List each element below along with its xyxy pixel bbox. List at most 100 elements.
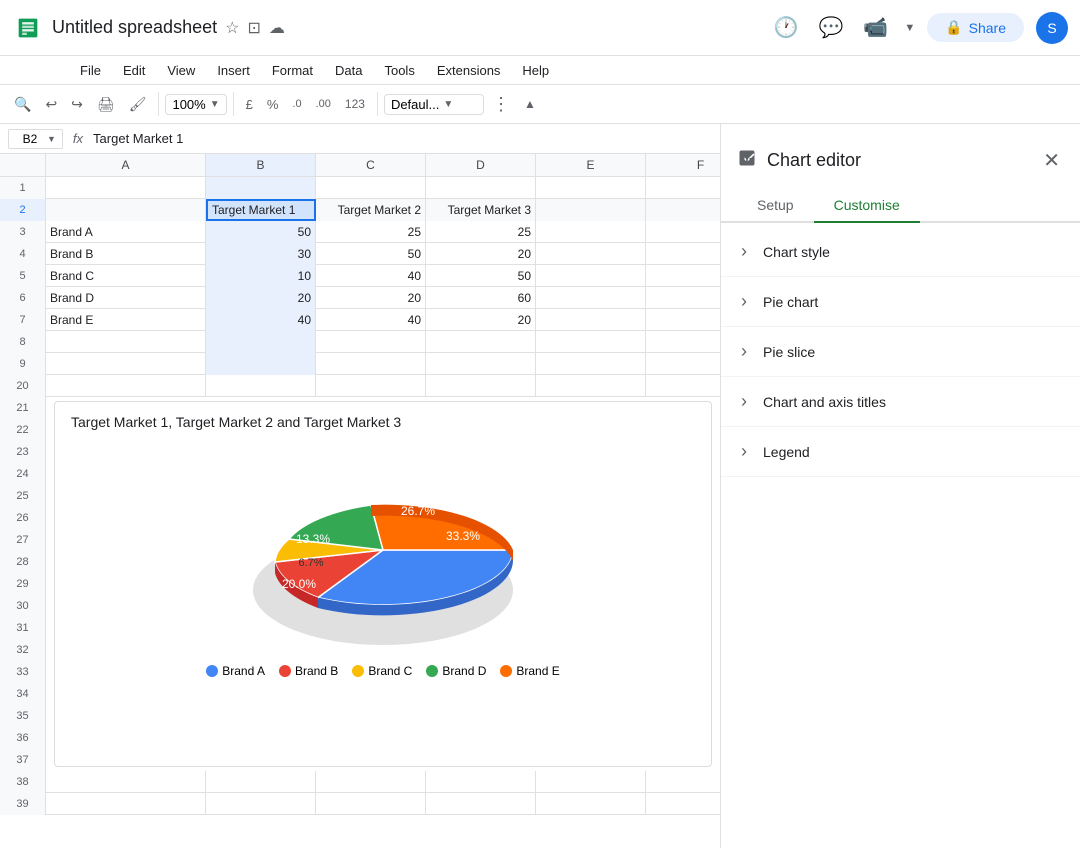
cell-d38[interactable] — [426, 771, 536, 793]
percent-button[interactable]: % — [261, 93, 285, 116]
cell-c3[interactable]: 25 — [316, 221, 426, 243]
cell-c8[interactable] — [316, 331, 426, 353]
cell-c7[interactable]: 40 — [316, 309, 426, 331]
cell-d2[interactable]: Target Market 3 — [426, 199, 536, 221]
cell-f9[interactable] — [646, 353, 720, 375]
row-num-9[interactable]: 9 — [0, 353, 46, 375]
cell-c6[interactable]: 20 — [316, 287, 426, 309]
cell-ref-display[interactable]: B2 — [15, 132, 45, 146]
cell-a20[interactable] — [46, 375, 206, 397]
cell-e6[interactable] — [536, 287, 646, 309]
cell-c20[interactable] — [316, 375, 426, 397]
cell-b9[interactable] — [206, 353, 316, 375]
menu-help[interactable]: Help — [512, 61, 559, 80]
cell-a2[interactable] — [46, 199, 206, 221]
cell-e4[interactable] — [536, 243, 646, 265]
row-num-8[interactable]: 8 — [0, 331, 46, 353]
row-num-25[interactable]: 25 — [0, 485, 46, 507]
avatar[interactable]: S — [1036, 12, 1068, 44]
cell-a38[interactable] — [46, 771, 206, 793]
cell-c4[interactable]: 50 — [316, 243, 426, 265]
currency-button[interactable]: £ — [240, 93, 259, 116]
chat-button[interactable]: 💬 — [815, 11, 848, 44]
cell-b5[interactable]: 10 — [206, 265, 316, 287]
share-button[interactable]: 🔒 Chart editor Share — [927, 13, 1024, 42]
paint-format-button[interactable]: 🖌 — [123, 92, 153, 117]
cell-a39[interactable] — [46, 793, 206, 815]
cell-c38[interactable] — [316, 771, 426, 793]
col-header-f[interactable]: F — [646, 154, 720, 176]
menu-insert[interactable]: Insert — [207, 61, 260, 80]
row-num-28[interactable]: 28 — [0, 551, 46, 573]
cell-a1[interactable] — [46, 177, 206, 199]
cell-b1[interactable] — [206, 177, 316, 199]
cloud-icon[interactable]: ☁ — [269, 18, 285, 38]
cell-e7[interactable] — [536, 309, 646, 331]
cell-f1[interactable] — [646, 177, 720, 199]
menu-format[interactable]: Format — [262, 61, 323, 80]
editor-close-button[interactable]: ✕ — [1039, 144, 1064, 177]
cell-d7[interactable]: 20 — [426, 309, 536, 331]
print-button[interactable]: 🖨 — [91, 92, 121, 117]
folder-icon[interactable]: ⊡ — [247, 18, 260, 38]
editor-section-pie-chart[interactable]: › Pie chart — [721, 277, 1080, 327]
cell-f20[interactable] — [646, 375, 720, 397]
row-num-24[interactable]: 24 — [0, 463, 46, 485]
cell-a8[interactable] — [46, 331, 206, 353]
cell-b20[interactable] — [206, 375, 316, 397]
cell-d5[interactable]: 50 — [426, 265, 536, 287]
row-num-21[interactable]: 21 — [0, 397, 46, 419]
history-button[interactable]: 🕐 — [770, 11, 803, 44]
cell-e20[interactable] — [536, 375, 646, 397]
cell-c2[interactable]: Target Market 2 — [316, 199, 426, 221]
row-num-35[interactable]: 35 — [0, 705, 46, 727]
undo-button[interactable]: ↩ — [39, 92, 63, 117]
cell-f3[interactable] — [646, 221, 720, 243]
cell-d39[interactable] — [426, 793, 536, 815]
row-num-37[interactable]: 37 — [0, 749, 46, 771]
cell-d20[interactable] — [426, 375, 536, 397]
row-num-22[interactable]: 22 — [0, 419, 46, 441]
cell-f6[interactable] — [646, 287, 720, 309]
cell-a6[interactable]: Brand D — [46, 287, 206, 309]
row-num-20[interactable]: 20 — [0, 375, 46, 397]
cell-f38[interactable] — [646, 771, 720, 793]
cell-e8[interactable] — [536, 331, 646, 353]
row-num-1[interactable]: 1 — [0, 177, 46, 199]
cell-b39[interactable] — [206, 793, 316, 815]
row-num-2[interactable]: 2 — [0, 199, 46, 221]
cell-b38[interactable] — [206, 771, 316, 793]
cell-b4[interactable]: 30 — [206, 243, 316, 265]
cell-b6[interactable]: 20 — [206, 287, 316, 309]
cell-b8[interactable] — [206, 331, 316, 353]
chart-wrapper[interactable]: Target Market 1, Target Market 2 and Tar… — [54, 401, 712, 767]
cell-d1[interactable] — [426, 177, 536, 199]
col-header-d[interactable]: D — [426, 154, 536, 176]
editor-section-chart-style[interactable]: › Chart style — [721, 227, 1080, 277]
cell-a9[interactable] — [46, 353, 206, 375]
cell-c1[interactable] — [316, 177, 426, 199]
tab-setup[interactable]: Setup — [737, 189, 814, 223]
zoom-dropdown-icon[interactable]: ▼ — [210, 99, 220, 110]
cell-e9[interactable] — [536, 353, 646, 375]
row-num-33[interactable]: 33 — [0, 661, 46, 683]
redo-button[interactable]: ↪ — [65, 92, 89, 117]
menu-file[interactable]: File — [70, 61, 111, 80]
cell-e39[interactable] — [536, 793, 646, 815]
cell-ref-dropdown[interactable]: ▼ — [47, 134, 56, 144]
row-num-31[interactable]: 31 — [0, 617, 46, 639]
row-num-4[interactable]: 4 — [0, 243, 46, 265]
cell-d8[interactable] — [426, 331, 536, 353]
star-icon[interactable]: ☆ — [225, 18, 239, 38]
number-format-button[interactable]: 123 — [339, 93, 371, 115]
row-num-3[interactable]: 3 — [0, 221, 46, 243]
more-options-button[interactable]: ⋮ — [486, 90, 516, 119]
row-num-34[interactable]: 34 — [0, 683, 46, 705]
cell-b7[interactable]: 40 — [206, 309, 316, 331]
tab-customise[interactable]: Customise — [814, 189, 920, 223]
cell-e2[interactable] — [536, 199, 646, 221]
cell-f39[interactable] — [646, 793, 720, 815]
cell-a7[interactable]: Brand E — [46, 309, 206, 331]
cell-c39[interactable] — [316, 793, 426, 815]
cell-f5[interactable] — [646, 265, 720, 287]
